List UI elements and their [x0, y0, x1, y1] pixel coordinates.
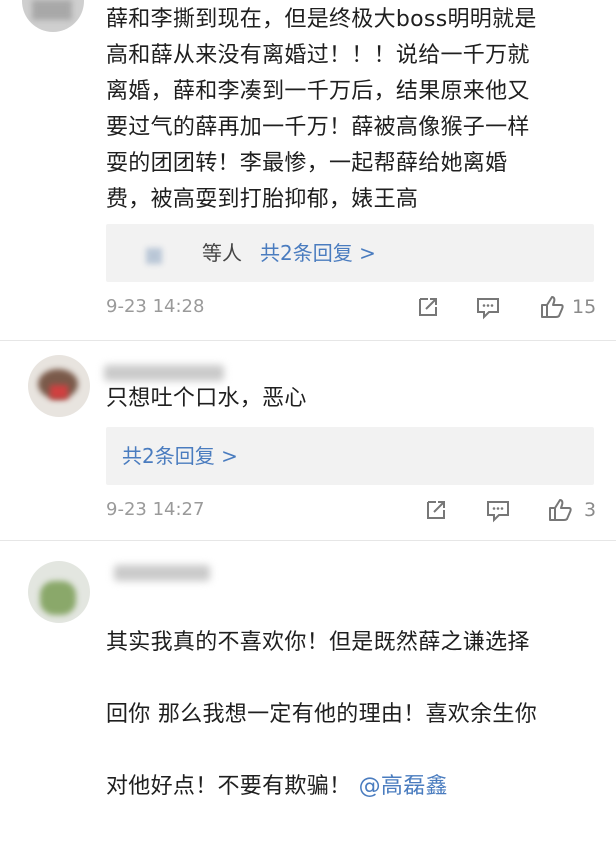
avatar[interactable]	[28, 355, 90, 417]
replies-box[interactable]: 等人 共2条回复 >	[106, 224, 594, 282]
replies-box[interactable]: 共2条回复 >	[106, 427, 594, 485]
share-icon[interactable]	[414, 293, 442, 321]
username[interactable]	[104, 365, 224, 381]
like-count: 3	[584, 499, 597, 521]
avatar[interactable]	[28, 561, 90, 623]
comment-2: 只想吐个口水，恶心 共2条回复 > 9-23 14:27 3	[0, 341, 616, 539]
comment-3: 其实我真的不喜欢你！但是既然薛之谦选择 回你 那么我想一定有他的理由！喜欢余生你…	[0, 541, 616, 799]
comment-text-plain: 对他好点！不要有欺骗！	[106, 774, 352, 799]
share-icon[interactable]	[422, 496, 450, 524]
replies-prefix: 等人	[202, 241, 242, 265]
timestamp: 9-23 14:28	[106, 296, 205, 317]
username[interactable]	[114, 565, 210, 581]
replies-link[interactable]: 共2条回复 >	[260, 224, 376, 282]
avatar[interactable]	[22, 0, 84, 32]
comment-icon[interactable]	[484, 496, 512, 524]
avatar-thumb	[146, 248, 162, 264]
like-icon[interactable]	[546, 496, 574, 524]
timestamp: 9-23 14:27	[106, 499, 205, 520]
comment-text: 薛和李撕到现在，但是终极大boss明明就是 高和薛从来没有离婚过！！！说给一千万…	[106, 7, 537, 212]
comment-1: 薛和李撕到现在，但是终极大boss明明就是 高和薛从来没有离婚过！！！说给一千万…	[0, 0, 616, 340]
like-count: 15	[572, 296, 597, 318]
comment-icon[interactable]	[474, 293, 502, 321]
comment-text: 只想吐个口水，恶心	[106, 386, 307, 411]
replies-link[interactable]: 共2条回复 >	[122, 427, 238, 485]
like-icon[interactable]	[538, 293, 566, 321]
comment-text-line-3: 对他好点！不要有欺骗！ @高磊鑫	[106, 769, 590, 805]
meta-row: 9-23 14:27 3	[106, 495, 597, 525]
mention-link[interactable]: @高磊鑫	[359, 774, 448, 799]
comment-text-line-1: 其实我真的不喜欢你！但是既然薛之谦选择	[106, 630, 530, 655]
comment-text: 其实我真的不喜欢你！但是既然薛之谦选择 回你 那么我想一定有他的理由！喜欢余生你…	[106, 589, 590, 841]
meta-row: 9-23 14:28 15	[106, 292, 597, 322]
comment-text-line-2: 回你 那么我想一定有他的理由！喜欢余生你	[106, 702, 537, 727]
